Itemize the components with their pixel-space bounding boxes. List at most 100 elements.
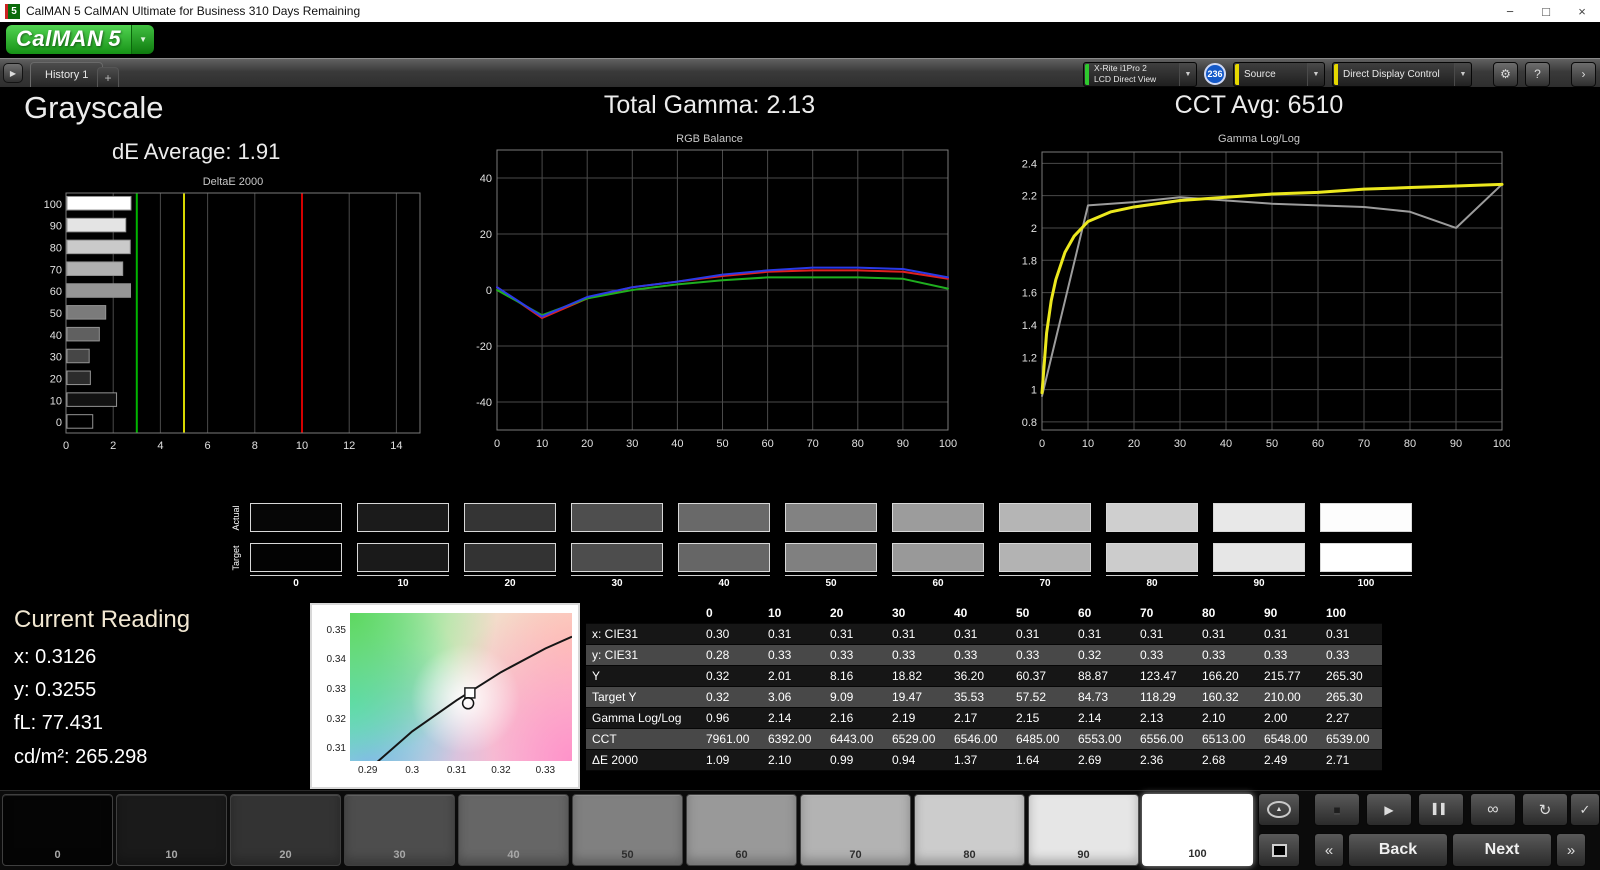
back-chevron-button[interactable]: « bbox=[1314, 833, 1344, 867]
target-swatch-100 bbox=[1320, 543, 1412, 572]
minimize-button[interactable]: − bbox=[1492, 0, 1528, 22]
meter-dropdown[interactable]: X-Rite i1Pro 2 LCD Direct View ▼ bbox=[1083, 61, 1197, 87]
table-row-label: x: CIE31 bbox=[586, 623, 700, 645]
svg-text:80: 80 bbox=[1404, 438, 1416, 450]
maximize-button[interactable]: □ bbox=[1528, 0, 1564, 22]
refresh-icon: ↻ bbox=[1538, 801, 1552, 819]
actual-row-label: Actual bbox=[231, 505, 241, 531]
svg-text:0: 0 bbox=[494, 438, 500, 450]
reading-fl: fL: 77.431 bbox=[14, 712, 103, 734]
deltae-chart-title: DeltaE 2000 bbox=[202, 176, 264, 188]
settings-button[interactable]: ⚙ bbox=[1493, 61, 1518, 87]
swatch-label-30: 30 bbox=[571, 575, 663, 589]
pattern-level-button-10[interactable]: 10 bbox=[116, 794, 227, 866]
pattern-level-button-100[interactable]: 100 bbox=[1142, 794, 1253, 866]
side-panel-toggle[interactable]: › bbox=[1571, 61, 1596, 87]
play-button[interactable]: ▶ bbox=[1366, 793, 1412, 826]
pattern-window-button[interactable] bbox=[1258, 833, 1300, 867]
cie-x-tick: 0.3 bbox=[405, 765, 420, 776]
table-cell: 6556.00 bbox=[1134, 728, 1196, 750]
table-cell: 0.28 bbox=[700, 644, 762, 666]
svg-text:0: 0 bbox=[486, 285, 492, 297]
table-column-header: 30 bbox=[886, 603, 948, 624]
svg-text:60: 60 bbox=[1312, 438, 1324, 450]
table-row-label: ΔE 2000 bbox=[586, 749, 700, 771]
close-button[interactable]: × bbox=[1564, 0, 1600, 22]
accept-button[interactable]: ✓ bbox=[1570, 793, 1600, 826]
history-panel-toggle[interactable]: ▶ bbox=[3, 63, 23, 83]
target-swatch-row bbox=[250, 543, 1412, 572]
svg-text:2.2: 2.2 bbox=[1022, 191, 1037, 203]
next-chevron-button[interactable]: » bbox=[1556, 833, 1586, 867]
toolbar-right-controls: X-Rite i1Pro 2 LCD Direct View ▼ 236 Sou… bbox=[1083, 61, 1596, 87]
pattern-level-button-30[interactable]: 30 bbox=[344, 794, 455, 866]
chevron-down-icon[interactable]: ▼ bbox=[131, 25, 155, 54]
chevron-down-icon[interactable]: ▼ bbox=[1454, 62, 1471, 86]
table-row: Y 0.32 2.01 8.16 18.82 36.20 60.37 88.87 123.47 1… bbox=[586, 665, 1382, 687]
eject-button[interactable]: ▲ bbox=[1258, 793, 1300, 826]
actual-swatch-60 bbox=[892, 503, 984, 532]
target-swatch-60 bbox=[892, 543, 984, 572]
table-cell: 60.37 bbox=[1010, 665, 1072, 687]
pause-button[interactable]: ▌▌ bbox=[1418, 793, 1464, 826]
swatch-label-0: 0 bbox=[250, 575, 342, 589]
svg-text:1.2: 1.2 bbox=[1022, 352, 1037, 364]
reading-y: y: 0.3255 bbox=[14, 679, 97, 701]
swatch-label-10: 10 bbox=[357, 575, 449, 589]
table-cell: 2.36 bbox=[1134, 749, 1196, 771]
measurement-table: 0 10 20 30 40 50 60 70 80 90 100 x: CIE31 0.30 0.31 0.… bbox=[586, 603, 1382, 771]
stop-button[interactable]: ■ bbox=[1314, 793, 1360, 826]
table-row-label: Y bbox=[586, 665, 700, 687]
pattern-level-button-20[interactable]: 20 bbox=[230, 794, 341, 866]
chevron-down-icon[interactable]: ▼ bbox=[1179, 62, 1196, 86]
tab-history-1[interactable]: History 1 bbox=[30, 62, 104, 87]
next-button[interactable]: Next bbox=[1452, 833, 1552, 867]
actual-swatch-70 bbox=[999, 503, 1091, 532]
pattern-level-label: 80 bbox=[963, 849, 976, 861]
svg-text:90: 90 bbox=[897, 438, 909, 450]
pattern-level-button-40[interactable]: 40 bbox=[458, 794, 569, 866]
table-cell: 166.20 bbox=[1196, 665, 1258, 687]
titlebar: 5 CalMAN 5 CalMAN Ultimate for Business … bbox=[0, 0, 1600, 22]
pattern-level-button-70[interactable]: 70 bbox=[800, 794, 911, 866]
de-average-heading: dE Average: 1.91 bbox=[112, 139, 281, 164]
back-button[interactable]: Back bbox=[1348, 833, 1448, 867]
svg-text:12: 12 bbox=[343, 440, 355, 452]
table-cell: 0.33 bbox=[886, 644, 948, 666]
table-cell: 1.64 bbox=[1010, 749, 1072, 771]
rgb-balance-chart: -40 -20 0 20 40 0 10 20 30 40 50 60 70 80 90 100 bbox=[461, 146, 958, 461]
chevron-left-icon: « bbox=[1324, 841, 1334, 859]
calman-logo-button[interactable]: CalMAN 5 ▼ bbox=[6, 25, 155, 54]
table-cell: 6485.00 bbox=[1010, 728, 1072, 750]
display-control-dropdown[interactable]: Direct Display Control ▼ bbox=[1332, 61, 1472, 87]
meter-mode: LCD Direct View bbox=[1094, 74, 1157, 84]
table-cell: 0.30 bbox=[700, 623, 762, 645]
table-column-header: 90 bbox=[1258, 603, 1320, 624]
actual-swatch-row bbox=[250, 503, 1412, 532]
pattern-level-button-50[interactable]: 50 bbox=[572, 794, 683, 866]
svg-text:1.6: 1.6 bbox=[1022, 288, 1037, 300]
help-button[interactable]: ? bbox=[1525, 61, 1550, 87]
svg-text:70: 70 bbox=[50, 264, 62, 276]
pattern-window-icon bbox=[1271, 843, 1287, 857]
deltae-chart: 0 2 4 6 8 10 12 14 100 90 80 70 60 50 40 30 20 10 0 bbox=[38, 189, 428, 462]
table-cell: 0.31 bbox=[948, 623, 1010, 645]
reread-button[interactable]: ↻ bbox=[1522, 793, 1568, 826]
pattern-level-button-0[interactable]: 0 bbox=[2, 794, 113, 866]
table-cell: 2.10 bbox=[762, 749, 824, 771]
total-gamma-heading: Total Gamma: 2.13 bbox=[603, 91, 816, 119]
pattern-level-button-90[interactable]: 90 bbox=[1028, 794, 1139, 866]
continuous-read-button[interactable]: ∞ bbox=[1470, 793, 1516, 826]
table-column-header: 70 bbox=[1134, 603, 1196, 624]
pattern-level-label: 60 bbox=[735, 849, 748, 861]
source-dropdown[interactable]: Source ▼ bbox=[1233, 61, 1325, 87]
add-tab-button[interactable]: + bbox=[97, 67, 119, 87]
pattern-level-button-80[interactable]: 80 bbox=[914, 794, 1025, 866]
chevron-down-icon[interactable]: ▼ bbox=[1307, 62, 1324, 86]
table-cell: 0.33 bbox=[948, 644, 1010, 666]
source-label: Source bbox=[1244, 68, 1276, 80]
logo-bar: CalMAN 5 ▼ bbox=[0, 22, 1600, 58]
table-column-header: 50 bbox=[1010, 603, 1072, 624]
pattern-level-button-60[interactable]: 60 bbox=[686, 794, 797, 866]
table-cell: 0.94 bbox=[886, 749, 948, 771]
